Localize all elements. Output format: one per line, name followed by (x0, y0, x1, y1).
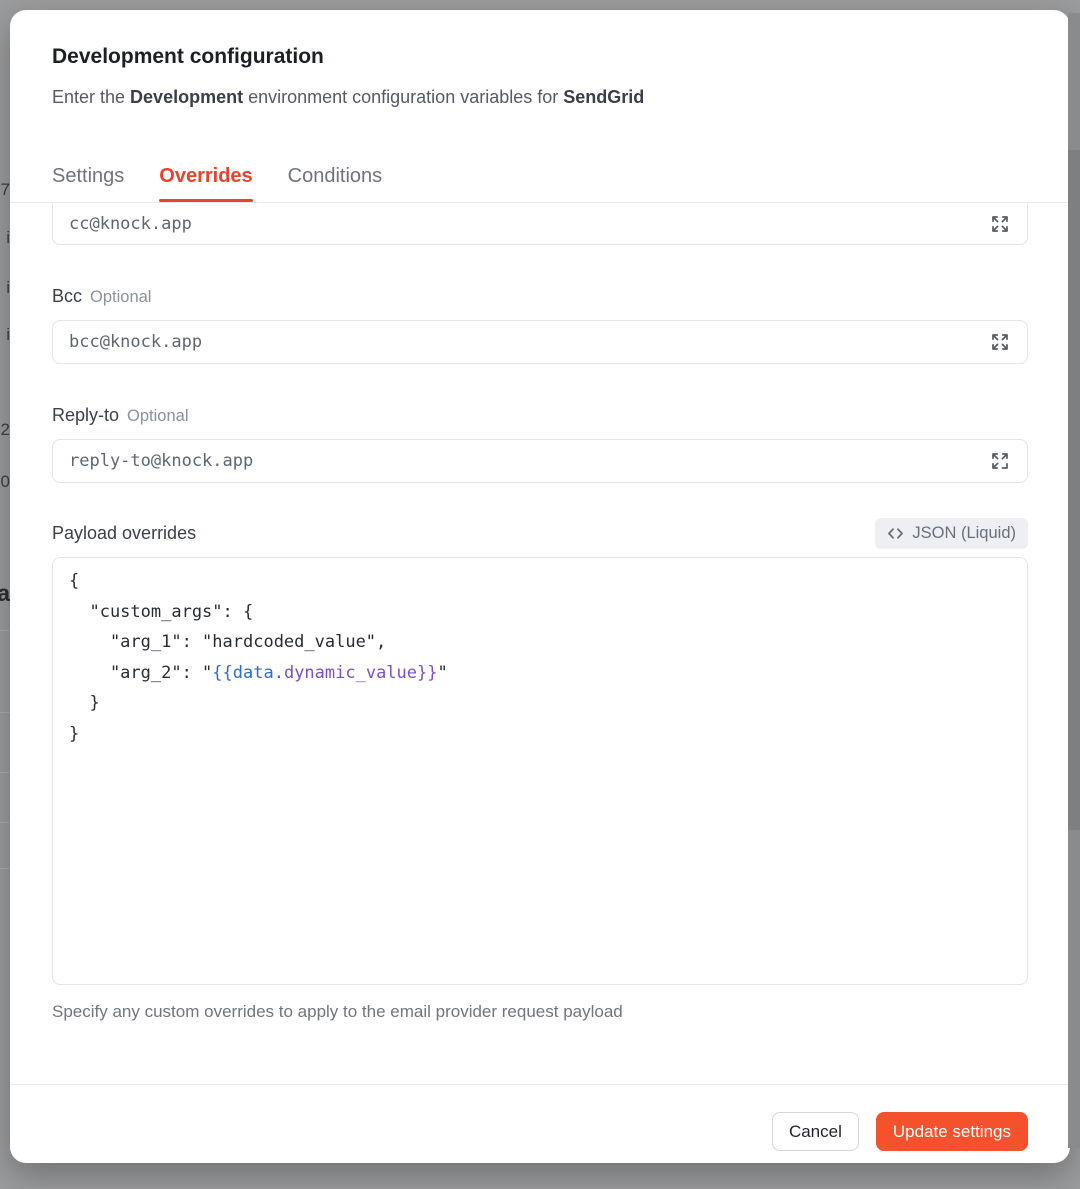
subtitle-provider: SendGrid (563, 87, 644, 107)
update-settings-button[interactable]: Update settings (876, 1112, 1028, 1151)
cc-value: cc@knock.app (69, 214, 989, 234)
subtitle-prefix: Enter the (52, 87, 130, 107)
reply-to-optional-text: Optional (127, 407, 188, 425)
footer-actions: Cancel Update settings (772, 1112, 1028, 1151)
background-text-fragment: 7 (1, 180, 10, 200)
code-line: "custom_args": { (69, 597, 1011, 628)
page-scrollbar-thumb[interactable] (1068, 150, 1080, 830)
background-row-divider (0, 772, 10, 773)
code-icon (887, 526, 904, 541)
tab-settings[interactable]: Settings (52, 150, 124, 202)
background-text-fragment: 0 (1, 472, 10, 492)
modal-subtitle: Enter the Development environment config… (52, 84, 644, 110)
subtitle-middle: environment configuration variables for (243, 87, 563, 107)
reply-to-input[interactable]: reply-to@knock.app (52, 439, 1028, 483)
cc-input[interactable]: cc@knock.app (52, 203, 1028, 245)
reply-to-label-text: Reply-to (52, 405, 119, 425)
tab-conditions[interactable]: Conditions (288, 150, 383, 202)
footer-divider (10, 1084, 1070, 1085)
tab-overrides[interactable]: Overrides (159, 150, 252, 202)
bcc-value: bcc@knock.app (69, 332, 989, 352)
bcc-label-text: Bcc (52, 286, 82, 306)
code-line: "arg_1": "hardcoded_value", (69, 627, 1011, 658)
background-row-divider (0, 822, 10, 823)
bcc-input[interactable]: bcc@knock.app (52, 320, 1028, 364)
background-text-fragment: 2 (1, 420, 10, 440)
json-liquid-badge[interactable]: JSON (Liquid) (875, 518, 1028, 549)
reply-to-label: Reply-to Optional (52, 404, 189, 427)
expand-icon (990, 332, 1010, 352)
code-line: } (69, 688, 1011, 719)
reply-to-expand-button[interactable] (989, 450, 1011, 472)
payload-help-text: Specify any custom overrides to apply to… (52, 1000, 623, 1024)
payload-overrides-editor[interactable]: { "custom_args": { "arg_1": "hardcoded_v… (52, 557, 1028, 985)
page-scrollbar[interactable] (1068, 13, 1080, 1148)
code-line: { (69, 566, 1011, 597)
payload-overrides-label: Payload overrides (52, 522, 196, 544)
background-row-divider (0, 868, 10, 869)
code-line: } (69, 719, 1011, 750)
bcc-label: Bcc Optional (52, 285, 151, 308)
liquid-variable-token: dynamic_value}} (284, 663, 438, 683)
subtitle-environment: Development (130, 87, 243, 107)
cancel-button[interactable]: Cancel (772, 1112, 859, 1151)
expand-icon (990, 451, 1010, 471)
background-page-left-edge: 7 i i i 2 0 a (0, 0, 10, 1189)
liquid-open-token: {{data. (212, 663, 284, 683)
reply-to-value: reply-to@knock.app (69, 451, 989, 471)
development-configuration-modal: Development configuration Enter the Deve… (10, 10, 1070, 1163)
background-text-fragment: a (0, 583, 10, 603)
background-row-divider (0, 712, 10, 713)
modal-title: Development configuration (52, 43, 324, 71)
code-line: "arg_2": "{{data.dynamic_value}}" (69, 658, 1011, 689)
bcc-optional-text: Optional (90, 288, 151, 306)
background-row-divider (0, 630, 10, 631)
bcc-expand-button[interactable] (989, 331, 1011, 353)
expand-icon (990, 214, 1010, 234)
cc-expand-button[interactable] (989, 213, 1011, 235)
json-liquid-badge-label: JSON (Liquid) (912, 524, 1016, 543)
tab-bar: Settings Overrides Conditions (52, 150, 382, 202)
